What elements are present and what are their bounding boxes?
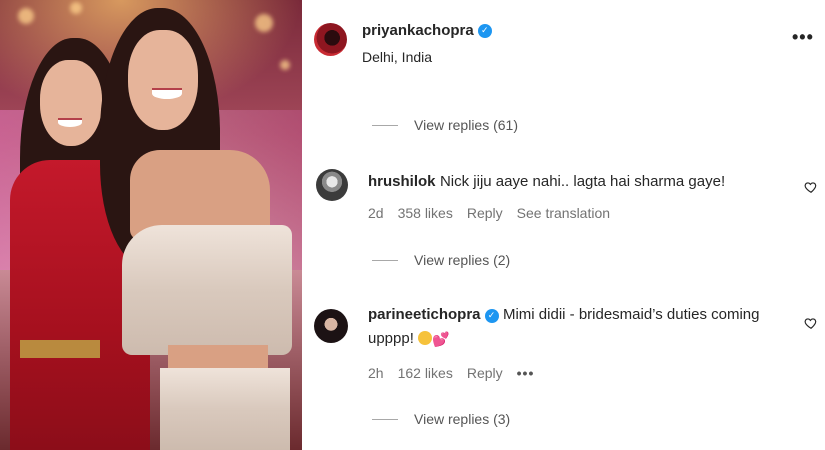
comment-body: Nick jiju aaye nahi.. lagta hai sharma g…: [439, 173, 726, 190]
post-author: priyankachopra ✓: [362, 22, 492, 39]
post-location[interactable]: Delhi, India: [362, 49, 432, 65]
sparkling-hearts-icon: 💕: [432, 331, 450, 347]
view-replies-label: View replies (61): [414, 117, 519, 133]
comment-likes[interactable]: 358 likes: [398, 205, 453, 221]
post-author-avatar[interactable]: [314, 23, 347, 56]
bokeh-light: [255, 14, 273, 32]
comment-text: parineetichopra ✓ Mimi didii - bridesmaid…: [368, 303, 788, 351]
reply-button[interactable]: Reply: [467, 365, 503, 381]
view-replies-label: View replies (2): [414, 252, 511, 268]
more-options-icon[interactable]: •••: [792, 28, 814, 46]
comment-time: 2d: [368, 205, 384, 221]
comment-likes[interactable]: 162 likes: [398, 365, 453, 381]
bokeh-light: [70, 2, 82, 14]
bokeh-light: [18, 8, 34, 24]
verified-badge-icon: ✓: [484, 308, 499, 323]
comment-body: Mimi didii - bridesmaid’s duties coming: [502, 306, 760, 323]
view-replies-button[interactable]: View replies (2): [372, 252, 510, 268]
see-translation-button[interactable]: See translation: [517, 205, 610, 221]
commenter-avatar[interactable]: [316, 169, 348, 201]
comment-time: 2h: [368, 365, 384, 381]
commenter-username[interactable]: parineetichopra: [368, 306, 481, 323]
commenter-avatar[interactable]: [314, 309, 348, 343]
comment-body-continued: upppp!: [368, 330, 414, 347]
comment-meta: 2h 162 likes Reply •••: [368, 365, 548, 381]
post-photo: [0, 0, 302, 450]
view-replies-label: View replies (3): [414, 411, 511, 427]
replies-divider: [372, 418, 398, 420]
post-author-username[interactable]: priyankachopra: [362, 22, 474, 39]
comments-panel: priyankachopra ✓ Delhi, India ••• View r…: [302, 0, 825, 450]
comment-options-icon[interactable]: •••: [517, 365, 535, 381]
verified-badge-icon: ✓: [477, 23, 492, 38]
comment-text: hrushilok Nick jiju aaye nahi.. lagta ha…: [368, 170, 788, 194]
commenter-username[interactable]: hrushilok: [368, 173, 436, 190]
comment-meta: 2d 358 likes Reply See translation: [368, 205, 624, 221]
replies-divider: [372, 259, 398, 261]
reply-button[interactable]: Reply: [467, 205, 503, 221]
view-replies-button[interactable]: View replies (61): [372, 117, 518, 133]
bokeh-light: [280, 60, 290, 70]
view-replies-button[interactable]: View replies (3): [372, 411, 510, 427]
grinning-emoji-icon: [418, 331, 433, 345]
like-heart-icon[interactable]: [804, 316, 818, 330]
like-heart-icon[interactable]: [804, 180, 818, 194]
replies-divider: [372, 124, 398, 126]
